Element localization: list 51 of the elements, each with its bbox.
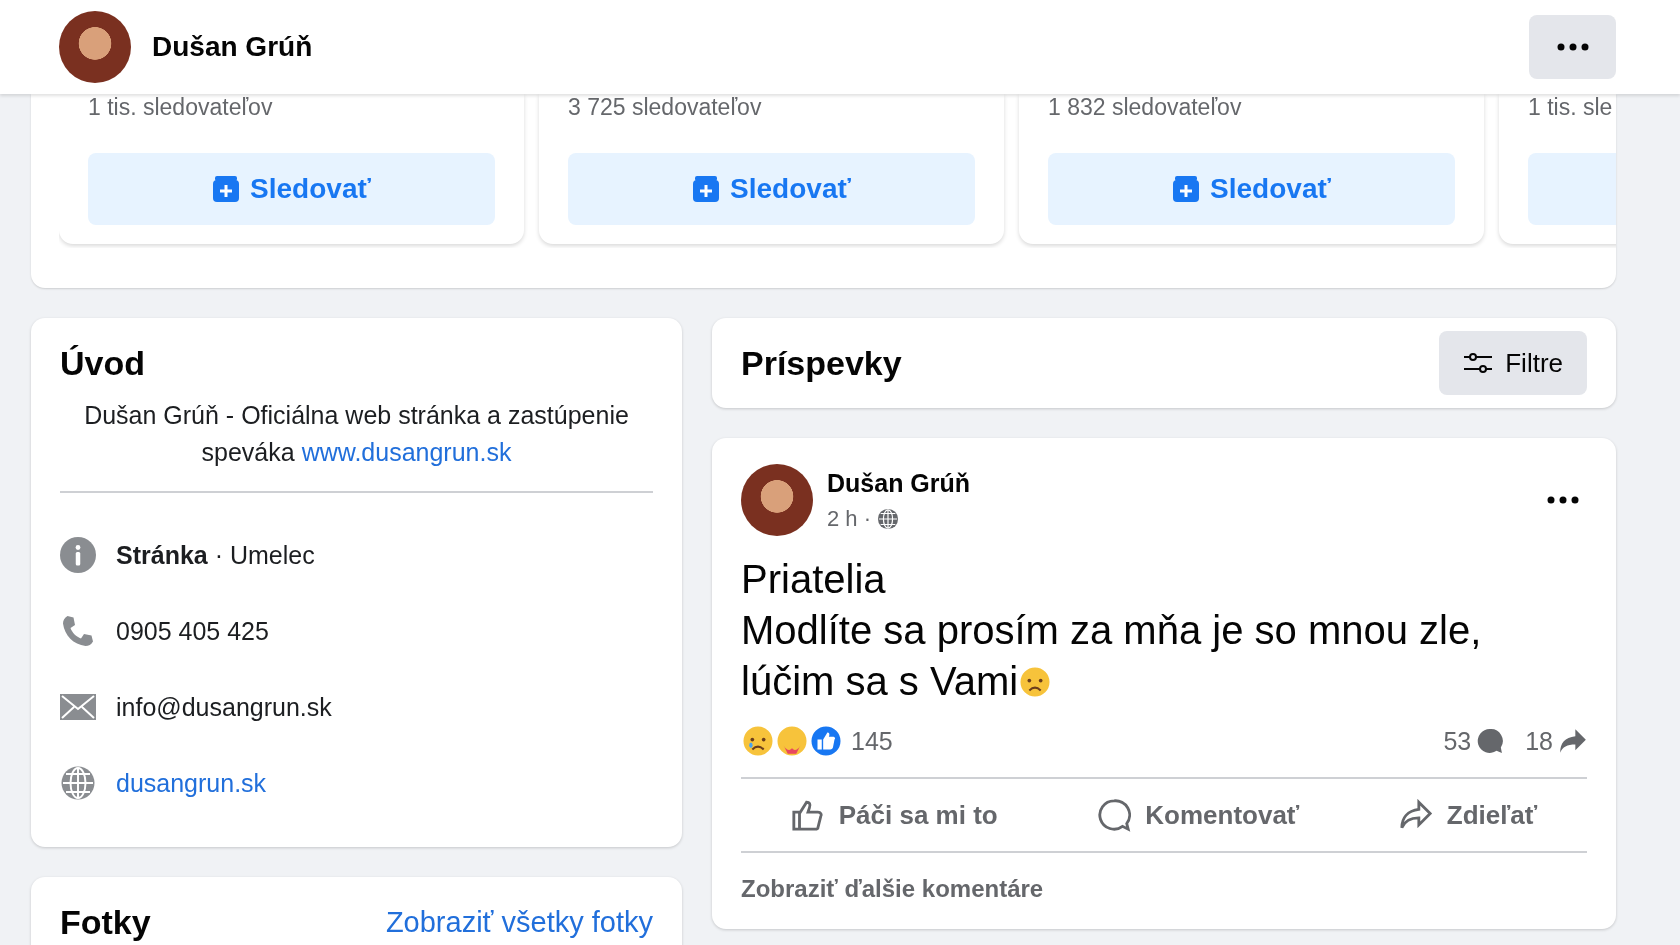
more-button[interactable]: [1529, 15, 1616, 79]
speech-bubble-icon: [1477, 728, 1504, 754]
comment-button[interactable]: Komentovať: [1063, 783, 1334, 847]
follower-count: 3 725 sledovateľov: [568, 94, 763, 121]
comment-count[interactable]: 53: [1443, 726, 1472, 756]
envelope-icon: [60, 694, 96, 720]
detail-text: info@dusangrun.sk: [116, 692, 332, 722]
sliders-icon: [1463, 351, 1494, 375]
see-all-photos-link[interactable]: Zobraziť všetky fotky: [385, 906, 653, 939]
sad-face-emoji-icon: [1018, 664, 1053, 699]
more-comments-link[interactable]: Zobraziť ďalšie komentáre: [741, 875, 1587, 903]
post-time[interactable]: 2 h ·: [827, 505, 872, 532]
website-link[interactable]: dusangrun.sk: [116, 768, 267, 798]
follower-count: 1 tis. sle: [1528, 94, 1614, 121]
page-name: Dušan Grúň: [152, 31, 314, 63]
follow-button[interactable]: Sledovať: [1048, 153, 1455, 225]
detail-text: 0905 405 425: [116, 616, 269, 646]
share-count[interactable]: 18: [1525, 726, 1553, 756]
share-button[interactable]: Zdieľať: [1364, 783, 1572, 847]
hug-emoji-icon: [775, 724, 809, 758]
author-name[interactable]: Dušan Grúň: [827, 468, 1525, 498]
filter-button[interactable]: Filtre: [1439, 331, 1587, 395]
post-text: Priatelia: [741, 556, 886, 603]
intro-bio: Dušan Grúň - Oficiálna web stránka a zastúpenie speváka www.dusangrun.sk: [83, 400, 630, 468]
page-plus-icon: [212, 175, 241, 203]
intro-title: Úvod: [60, 344, 146, 383]
page-plus-icon: [692, 175, 721, 203]
follower-count: 1 tis. sledovateľov: [88, 94, 274, 121]
comment-icon: [1097, 798, 1132, 832]
more-icon: [1547, 496, 1579, 504]
share-arrow-icon: [1559, 728, 1587, 754]
info-icon: [60, 537, 96, 573]
more-icon: [1556, 43, 1589, 51]
post-text: lúčim sa s Vami: [741, 658, 1019, 705]
like-button[interactable]: Páči sa mi to: [756, 783, 1032, 847]
phone-icon: [60, 613, 96, 649]
follower-count: 1 832 sledovateľov: [1048, 94, 1243, 121]
thumbs-up-icon: [790, 798, 825, 832]
follow-button[interactable]: Sledovať: [88, 153, 495, 225]
detail-text: Stránka · Umelec: [116, 540, 315, 570]
reaction-count[interactable]: 145: [851, 726, 1444, 756]
page-plus-icon: [1172, 175, 1201, 203]
follow-button[interactable]: Sledovať: [568, 153, 975, 225]
like-reaction-icon: [809, 724, 843, 758]
posts-title: Príspevky: [741, 343, 902, 383]
globe-icon: [60, 765, 96, 801]
website-link[interactable]: www.dusangrun.sk: [301, 438, 512, 466]
photos-title: Fotky: [60, 903, 151, 942]
globe-icon: [877, 507, 900, 530]
post-text: Modlíte sa prosím za mňa je so mnou zle,: [741, 607, 1482, 654]
crying-emoji-icon: [741, 724, 775, 758]
